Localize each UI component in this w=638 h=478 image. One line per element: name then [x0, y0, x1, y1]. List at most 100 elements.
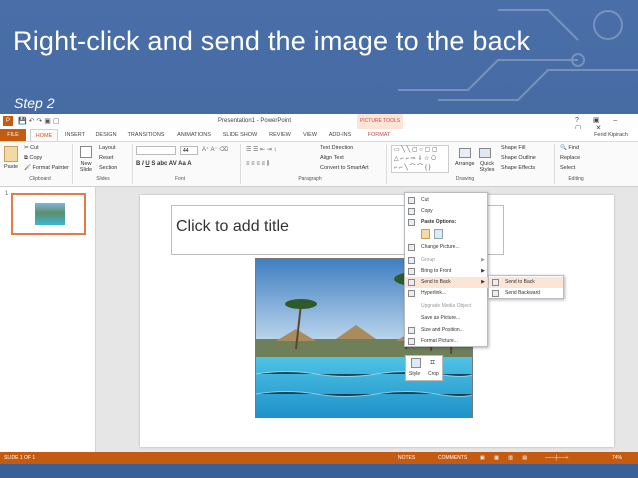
- send-back-icon: [492, 279, 499, 286]
- menu-item-copy[interactable]: Copy: [405, 206, 489, 217]
- font-style-icons[interactable]: B I U S abc AV Aa A: [136, 161, 192, 167]
- group-drawing: Drawing: [455, 176, 475, 182]
- style-icon[interactable]: [411, 358, 421, 368]
- menu-item-save-as-picture[interactable]: Save as Picture...: [405, 313, 489, 324]
- align-icons[interactable]: ≡ ≡ ≡ ≡ ⫼: [246, 161, 269, 168]
- quick-styles-icon[interactable]: [479, 148, 491, 158]
- link-icon: [408, 290, 415, 297]
- thumbnail-number: 1: [5, 191, 9, 197]
- crop-button[interactable]: Crop: [428, 371, 439, 377]
- arrange-button[interactable]: Arrange: [455, 161, 475, 167]
- zoom-level[interactable]: 74%: [612, 452, 622, 464]
- context-menu: Cut Copy Paste Options: Change Picture..…: [404, 192, 489, 347]
- tab-animations[interactable]: ANIMATIONS: [172, 129, 216, 141]
- tab-file[interactable]: FILE: [0, 129, 26, 141]
- menu-item-label: Hyperlink...: [421, 290, 447, 296]
- powerpoint-logo-icon: P: [3, 116, 13, 126]
- cut-button[interactable]: ✂ Cut: [24, 145, 39, 151]
- title-bar: P 💾 ↶ ↷ ▣ ▢ Presentation1 - PowerPoint P…: [0, 114, 638, 132]
- quick-styles-button[interactable]: Quick Styles: [476, 161, 498, 173]
- paste-button[interactable]: Paste: [4, 164, 18, 170]
- tab-view[interactable]: VIEW: [298, 129, 322, 141]
- tab-design[interactable]: DESIGN: [92, 129, 120, 141]
- replace-button[interactable]: Replace: [560, 155, 580, 161]
- select-button[interactable]: Select: [560, 165, 575, 171]
- font-name-dropdown[interactable]: [136, 146, 176, 155]
- section-button[interactable]: Section: [99, 165, 117, 171]
- submenu-send-backward[interactable]: Send Backward: [489, 288, 563, 299]
- send-backward-icon: [492, 290, 499, 297]
- chevron-right-icon: ▶: [481, 257, 485, 263]
- slide-thumbnail[interactable]: [11, 193, 86, 235]
- status-bar: SLIDE 1 OF 1 NOTES COMMENTS ▣ ▦ ▥ ▤ –──┼…: [0, 452, 638, 464]
- group-font: Font: [174, 176, 185, 182]
- picture-tools-context: PICTURE TOOLS: [357, 114, 403, 129]
- paste-picture-icon[interactable]: [434, 229, 443, 239]
- tab-slide-show[interactable]: SLIDE SHOW: [220, 129, 260, 141]
- crop-icon[interactable]: ⌗: [430, 357, 435, 368]
- view-buttons[interactable]: ▣ ▦ ▥ ▤: [480, 452, 531, 464]
- slide-bottom-band: [0, 464, 638, 478]
- bring-front-icon: [408, 268, 415, 275]
- submenu-label: Send to Back: [505, 279, 535, 285]
- tab-home[interactable]: HOME: [30, 129, 58, 141]
- find-button[interactable]: 🔍 Find: [560, 145, 579, 151]
- copy-button[interactable]: ⧉ Copy: [24, 155, 42, 162]
- slide-thumbnail-pane: 1: [0, 187, 96, 452]
- format-picture-icon: [408, 338, 415, 345]
- tab-add-ins[interactable]: ADD-INS: [324, 129, 356, 141]
- notes-button[interactable]: NOTES: [398, 452, 415, 464]
- shape-outline-button[interactable]: Shape Outline: [501, 155, 536, 161]
- comments-button[interactable]: COMMENTS: [438, 452, 467, 464]
- menu-item-bring-to-front[interactable]: Bring to Front ▶: [405, 266, 489, 277]
- new-slide-button[interactable]: New Slide: [76, 161, 96, 173]
- shape-effects-button[interactable]: Shape Effects: [501, 165, 535, 171]
- quick-access-icons[interactable]: 💾 ↶ ↷ ▣ ▢: [18, 117, 59, 125]
- new-slide-icon[interactable]: [80, 146, 92, 158]
- menu-item-change-picture[interactable]: Change Picture...: [405, 242, 489, 253]
- menu-item-send-to-back[interactable]: Send to Back ▶: [405, 277, 489, 288]
- reset-button[interactable]: Reset: [99, 155, 113, 161]
- copy-icon: [408, 208, 415, 215]
- menu-item-label: Size and Position...: [421, 327, 464, 333]
- scissors-icon: [408, 197, 415, 204]
- divider: [72, 144, 73, 184]
- submenu-send-to-back[interactable]: Send to Back: [489, 277, 563, 288]
- style-button[interactable]: Style: [409, 371, 420, 377]
- menu-item-hyperlink[interactable]: Hyperlink...: [405, 288, 489, 299]
- tab-insert[interactable]: INSERT: [62, 129, 88, 141]
- tab-format[interactable]: FORMAT: [362, 129, 396, 141]
- list-icons[interactable]: ☰ ☰ ⇤ ⇥ ↕: [246, 146, 276, 153]
- tab-transitions[interactable]: TRANSITIONS: [124, 129, 168, 141]
- shapes-gallery[interactable]: ▭ ╲ ╲ ▢ ○ ▢ ▢ △ ⌐ ⌐ ⇨ ⇩ ☆ ⎔ ⌐ ⌐ ╲ ⌒ ⌒ { }: [391, 145, 449, 173]
- slide-count: SLIDE 1 OF 1: [4, 455, 36, 461]
- zoom-slider[interactable]: –──┼──+: [545, 452, 568, 464]
- menu-item-size-position[interactable]: Size and Position...: [405, 325, 489, 336]
- tab-review[interactable]: REVIEW: [264, 129, 296, 141]
- group-clipboard: Clipboard: [29, 176, 51, 182]
- text-direction-button[interactable]: Text Direction: [320, 145, 353, 151]
- group-paragraph: Paragraph: [298, 176, 322, 182]
- submenu-label: Send Backward: [505, 290, 541, 296]
- menu-item-format-picture[interactable]: Format Picture...: [405, 336, 489, 347]
- shape-fill-button[interactable]: Shape Fill: [501, 145, 525, 151]
- paste-icon: [408, 219, 415, 226]
- mini-toolbar: ⌗ Style Crop: [405, 355, 443, 381]
- layout-button[interactable]: Layout: [99, 145, 116, 151]
- format-painter-button[interactable]: 🖌 Format Painter: [24, 165, 69, 171]
- align-text-button[interactable]: Align Text: [320, 155, 344, 161]
- user-name[interactable]: Ferid Kipirach: [578, 129, 628, 141]
- font-grow-shrink-icons[interactable]: A⁺ A⁻ ⌫: [202, 146, 228, 153]
- menu-item-cut[interactable]: Cut: [405, 195, 489, 206]
- copy-label: Copy: [29, 155, 43, 161]
- paste-icon[interactable]: [4, 146, 18, 162]
- divider: [554, 144, 555, 184]
- format-painter-label: Format Painter: [32, 165, 69, 171]
- find-label: Find: [568, 145, 580, 151]
- paste-option-icon[interactable]: [421, 229, 430, 239]
- font-size-dropdown[interactable]: 44: [180, 146, 198, 155]
- divider: [132, 144, 133, 184]
- arrange-icon[interactable]: [459, 148, 471, 158]
- convert-smartart-button[interactable]: Convert to SmartArt: [320, 165, 369, 171]
- slide-canvas: Click to add title: [140, 195, 614, 447]
